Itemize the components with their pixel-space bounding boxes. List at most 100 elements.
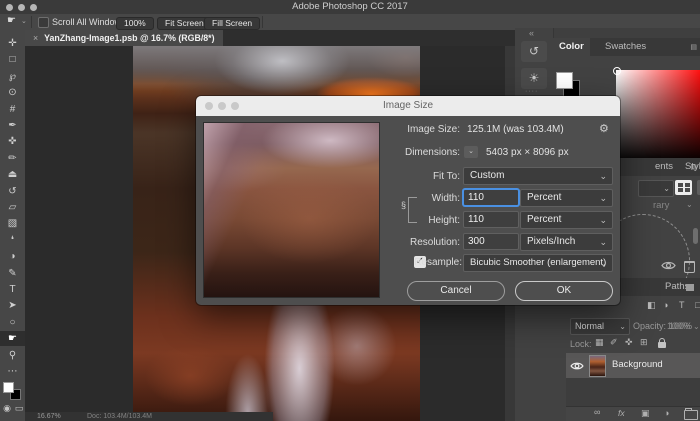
tool-pen[interactable]: ✎ (0, 266, 25, 281)
tool-brush[interactable]: ✏ (0, 151, 25, 166)
tool-gradient[interactable]: ▧ (0, 216, 25, 231)
chevron-down-icon[interactable]: ⌄ (21, 17, 27, 25)
tool-dodge[interactable]: ◑ (0, 249, 25, 264)
foreground-color-well[interactable] (556, 72, 573, 89)
tool-blur[interactable]: ❛ (0, 233, 25, 248)
collapse-panels-icon[interactable]: « (529, 28, 534, 38)
panel-menu-icon[interactable] (686, 284, 694, 291)
close-tab-icon[interactable]: × (33, 33, 38, 43)
tool-zoom[interactable]: ⚲ (0, 348, 25, 363)
quick-mask-icon[interactable]: ◉ (1, 402, 13, 414)
layer-filter-icon-0[interactable]: ◧ (647, 300, 656, 311)
scroll-all-windows-label: Scroll All Windows (52, 16, 126, 29)
hand-tool-icon: ☛ (7, 15, 16, 26)
scroll-all-windows-checkbox[interactable] (38, 17, 49, 28)
tool-quick-selection[interactable]: ⊙ (0, 85, 25, 100)
opacity-field[interactable]: 100% (667, 321, 690, 331)
layer-thumbnail[interactable] (589, 355, 606, 377)
tab-adjustments-partial[interactable]: ents (649, 158, 679, 176)
fit-to-select[interactable]: Custom ⌄ (463, 167, 613, 185)
tool-spot-healing[interactable]: ✜ (0, 134, 25, 149)
layers-bottom-bar: ∞ fx ▣ ◑ ⊞ (566, 406, 700, 421)
tool-marquee[interactable]: □ (0, 52, 25, 67)
tool-type[interactable]: T (0, 282, 25, 297)
tab-color[interactable]: Color (553, 38, 590, 56)
resolution-unit-select[interactable]: Pixels/Inch ⌄ (520, 233, 613, 251)
adjustment-layer-icon[interactable]: ◑ (664, 408, 669, 418)
cancel-button[interactable]: Cancel (407, 281, 505, 301)
layer-visibility-eye-icon[interactable] (570, 361, 584, 371)
tool-shape[interactable]: ○ (0, 315, 25, 330)
color-picker-ring[interactable] (613, 67, 621, 75)
image-size-value: 125.1M (was 103.4M) (467, 124, 564, 135)
library-dropdown-edge[interactable]: ⌄ (638, 180, 674, 197)
foreground-color-swatch[interactable] (3, 382, 14, 393)
layer-filter-icon-2[interactable]: T (679, 300, 685, 310)
panel-scrollbar-thumb[interactable] (693, 228, 698, 244)
panel-menu-icon[interactable]: ▤ (690, 43, 696, 51)
layers-panel: ◧◑T□ Normal ⌄ Opacity: 100% 100% 100% ⌄ … (553, 296, 700, 421)
fill-screen-button[interactable]: Fill Screen (204, 17, 260, 30)
delete-icon[interactable] (684, 261, 695, 273)
chevron-down-icon: ⌄ (619, 319, 626, 334)
layer-row-background[interactable]: Background (566, 353, 700, 378)
width-unit-select[interactable]: Percent ⌄ (520, 189, 613, 207)
link-layers-icon[interactable]: ∞ (594, 407, 600, 417)
tool-eyedropper[interactable]: ✒ (0, 118, 25, 133)
tool-more-tools[interactable]: ⋯ (0, 364, 25, 379)
document-tab[interactable]: ×YanZhang-Image1.psb @ 16.7% (RGB/8*) (25, 30, 223, 46)
tool-clone-stamp[interactable]: ⏏ (0, 167, 25, 182)
dialog-title-bar[interactable]: Image Size (196, 96, 620, 116)
layer-filter-icon-1[interactable]: ◑ (663, 300, 668, 310)
tool-lasso[interactable]: ℘ (0, 69, 25, 84)
status-doc-size[interactable]: Doc: 103.4M/103.4M (87, 412, 152, 421)
resolution-unit-value: Pixels/Inch (527, 236, 575, 247)
add-mask-icon[interactable]: ▣ (641, 408, 650, 419)
blend-mode-value: Normal (575, 321, 604, 331)
history-panel-icon[interactable]: ↺ (521, 41, 547, 62)
status-zoom-level[interactable]: 16.67% (37, 412, 61, 421)
width-label: Width: (330, 193, 460, 204)
opacity-label: Opacity: (633, 321, 666, 331)
height-unit-select[interactable]: Percent ⌄ (520, 211, 613, 229)
tool-move[interactable]: ✛ (0, 36, 25, 51)
screen-mode-icon[interactable]: ▭ (13, 402, 25, 414)
tool-hand[interactable]: ☛ (0, 331, 25, 346)
panel-menu-icon[interactable]: ▤ (690, 163, 696, 171)
lock-option-icon-0[interactable]: ▦ (595, 337, 604, 348)
image-size-label: Image Size: (330, 124, 460, 135)
lock-option-icon-2[interactable]: ✜ (625, 337, 633, 348)
saturation-brightness-field[interactable] (616, 70, 700, 162)
fit-to-label: Fit To: (330, 171, 460, 182)
adjustments-panel-icon[interactable]: ☀ (521, 68, 547, 89)
grid-view-icon[interactable] (675, 180, 692, 195)
ok-button[interactable]: OK (515, 281, 613, 301)
tool-eraser[interactable]: ▱ (0, 200, 25, 215)
dimensions-chevron-icon[interactable]: ⌄ (464, 146, 478, 158)
width-input[interactable]: 110 (463, 189, 519, 206)
zoom-100-button[interactable]: 100% (116, 17, 154, 30)
chevron-down-icon[interactable]: ⌄ (686, 200, 693, 209)
lock-all-icon[interactable] (658, 342, 666, 348)
tab-swatches[interactable]: Swatches (599, 38, 652, 56)
photoshop-window: Adobe Photoshop CC 2017 ☛ ⌄ Scroll All W… (0, 0, 700, 421)
tool-crop[interactable]: # (0, 102, 25, 117)
toolbar: ◉ ▭ ✛□ ℘⊙ #✒✜ ✏⏏ ↺▱▧ ❛◑ ✎T➤ ○☛ ⚲⋯ (0, 30, 26, 421)
height-input[interactable]: 110 (463, 211, 519, 228)
tool-path-selection[interactable]: ➤ (0, 298, 25, 313)
eye-icon[interactable] (661, 260, 676, 271)
new-group-icon[interactable] (684, 410, 698, 420)
gear-icon[interactable]: ⚙ (599, 122, 609, 135)
lock-option-icon-3[interactable]: ⊞ (640, 337, 648, 348)
resample-label: Resample: (332, 257, 462, 268)
layer-effects-icon[interactable]: fx (618, 408, 625, 418)
chevron-down-icon: ⌄ (599, 168, 607, 184)
tool-history-brush[interactable]: ↺ (0, 184, 25, 199)
blend-mode-select[interactable]: Normal ⌄ (570, 318, 630, 335)
library-name-fragment[interactable]: rary (653, 200, 669, 211)
chevron-down-icon[interactable]: ⌄ (693, 322, 700, 331)
lock-option-icon-1[interactable]: ✐ (610, 337, 618, 348)
resample-select[interactable]: Bicubic Smoother (enlargement) ⌄ (463, 254, 613, 272)
resolution-input[interactable]: 300 (463, 233, 519, 250)
layer-filter-icon-3[interactable]: □ (695, 300, 700, 310)
